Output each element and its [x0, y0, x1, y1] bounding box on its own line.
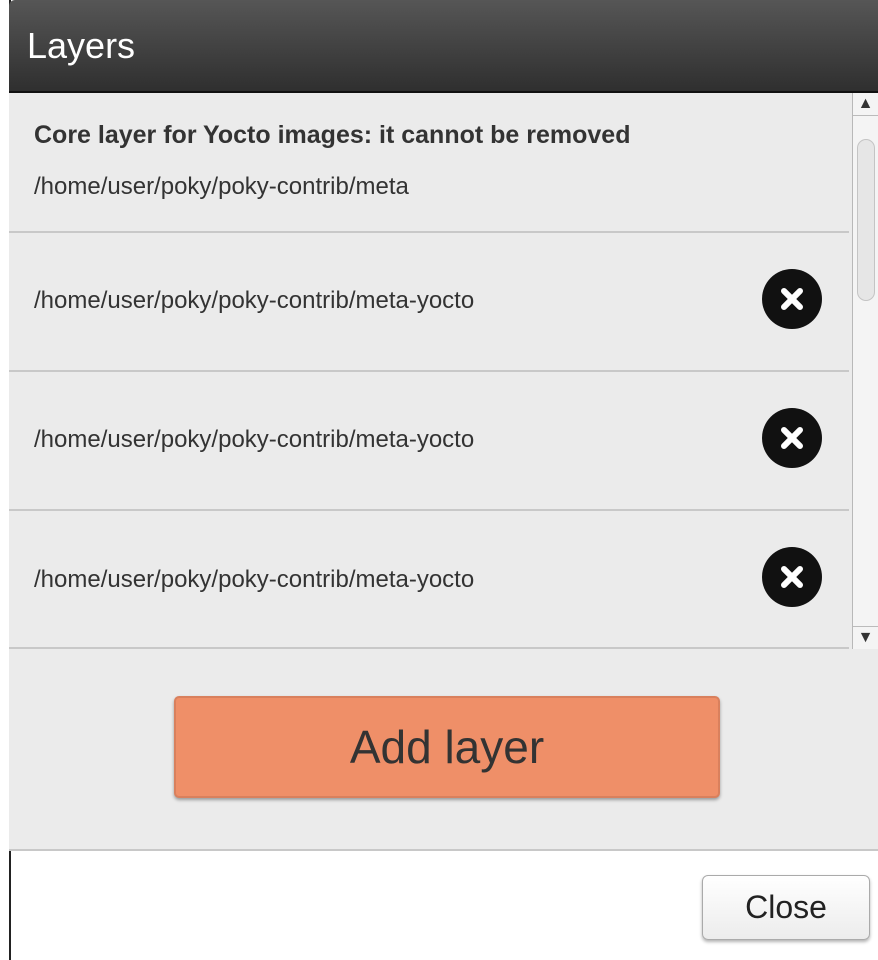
dialog-title: Layers — [27, 25, 136, 66]
list-scrollbar[interactable]: ▲ ▼ — [852, 93, 878, 649]
close-circle-icon — [781, 427, 803, 449]
remove-layer-button[interactable] — [762, 408, 822, 468]
layers-list: Core layer for Yocto images: it cannot b… — [9, 93, 849, 649]
layer-path: /home/user/poky/poky-contrib/meta-yocto — [34, 426, 475, 453]
close-circle-icon — [781, 288, 803, 310]
scroll-down-arrow-icon[interactable]: ▼ — [853, 626, 878, 649]
layer-row: /home/user/poky/poky-contrib/meta-yocto — [9, 511, 849, 649]
remove-layer-button[interactable] — [762, 547, 822, 607]
layer-row: /home/user/poky/poky-contrib/meta-yocto — [9, 372, 849, 511]
layer-path: /home/user/poky/poky-contrib/meta-yocto — [34, 566, 475, 593]
add-layer-button[interactable]: Add layer — [174, 696, 720, 798]
scroll-up-arrow-icon[interactable]: ▲ — [853, 93, 878, 116]
close-button[interactable]: Close — [702, 875, 870, 940]
dialog-titlebar: Layers — [9, 0, 878, 93]
scroll-thumb[interactable] — [857, 139, 875, 301]
layer-row: /home/user/poky/poky-contrib/meta-yocto — [9, 233, 849, 372]
core-layer-note: Core layer for Yocto images: it cannot b… — [34, 121, 631, 149]
remove-layer-button[interactable] — [762, 269, 822, 329]
core-layer-path: /home/user/poky/poky-contrib/meta — [34, 173, 409, 200]
layer-path: /home/user/poky/poky-contrib/meta-yocto — [34, 287, 475, 314]
layers-panel: Core layer for Yocto images: it cannot b… — [9, 93, 878, 851]
close-circle-icon — [781, 566, 803, 588]
core-layer-row: Core layer for Yocto images: it cannot b… — [9, 93, 849, 233]
